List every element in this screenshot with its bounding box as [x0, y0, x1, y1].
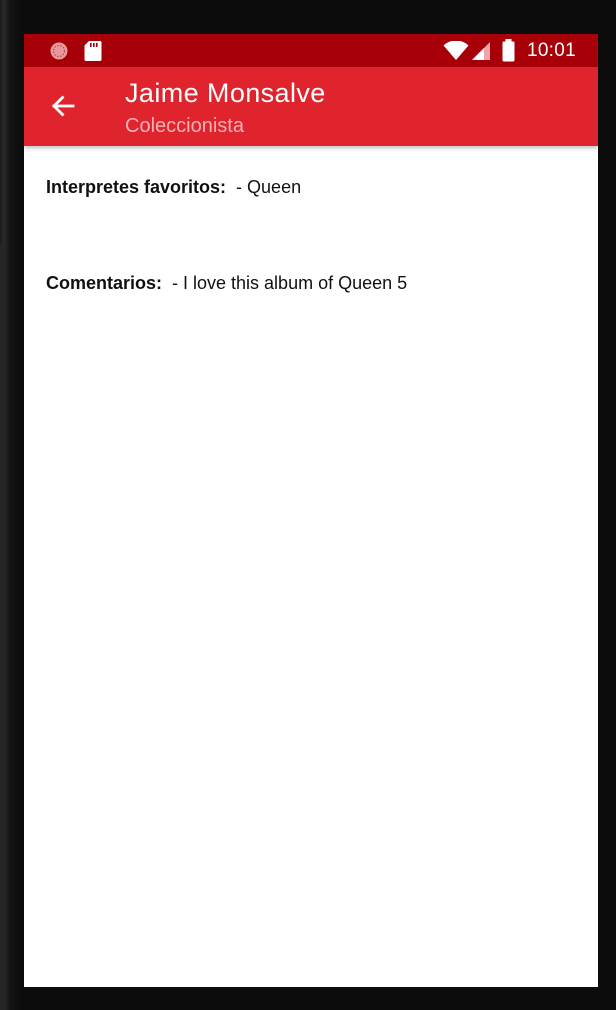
- sd-card-icon: [84, 40, 102, 67]
- notification-dot-icon: [49, 41, 69, 66]
- wifi-icon: [443, 40, 469, 66]
- comments-label: Comentarios:: [46, 273, 163, 293]
- page-subtitle: Coleccionista: [125, 115, 244, 137]
- device-bezel-seam: [0, 244, 5, 1010]
- app-screen: 10:01 Jaime Monsalve Coleccionista Inter…: [24, 34, 598, 987]
- favorite-performers-label: Interpretes favoritos:: [46, 177, 227, 197]
- back-button[interactable]: [44, 87, 82, 125]
- comments-row: Comentarios: - I love this album of Queen…: [46, 271, 407, 295]
- page-title: Jaime Monsalve: [125, 78, 326, 108]
- favorite-performers-value: - Queen: [236, 177, 302, 197]
- battery-icon: [502, 39, 515, 67]
- cell-signal-icon: [471, 41, 491, 66]
- comments-value: - I love this album of Queen 5: [172, 273, 408, 293]
- arrow-back-icon: [44, 95, 82, 129]
- status-bar: 10:01: [24, 34, 598, 67]
- favorite-performers-row: Interpretes favoritos: - Queen: [46, 175, 301, 199]
- device-frame: 10:01 Jaime Monsalve Coleccionista Inter…: [0, 0, 616, 1010]
- app-bar: Jaime Monsalve Coleccionista: [24, 67, 598, 146]
- status-time: 10:01: [526, 40, 576, 61]
